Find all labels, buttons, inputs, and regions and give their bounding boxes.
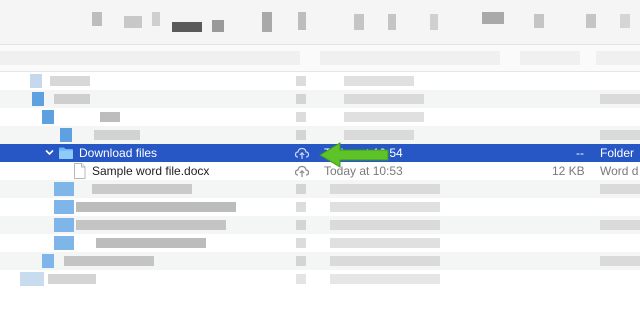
blurred-content bbox=[296, 238, 306, 248]
blurred-content bbox=[330, 220, 440, 230]
chevron-down-icon[interactable] bbox=[44, 147, 55, 161]
toolbar-blurred-control[interactable] bbox=[430, 14, 438, 30]
blurred-content bbox=[330, 274, 440, 284]
file-name: Sample word file.docx bbox=[92, 164, 210, 178]
blurred-content bbox=[600, 130, 640, 140]
blurred-content bbox=[94, 130, 140, 140]
blurred-content bbox=[76, 202, 236, 212]
blurred-content bbox=[50, 76, 90, 86]
toolbar-blurred-control[interactable] bbox=[298, 12, 306, 30]
blurred-content bbox=[330, 238, 440, 248]
blurred-content bbox=[100, 112, 120, 122]
column-header-blurred[interactable] bbox=[0, 51, 300, 65]
blurred-content bbox=[344, 76, 414, 86]
blurred-content bbox=[92, 184, 192, 194]
toolbar-blurred-control[interactable] bbox=[262, 12, 272, 32]
blurred-content bbox=[76, 220, 226, 230]
blurred-content bbox=[600, 256, 640, 266]
column-header-blurred[interactable] bbox=[520, 51, 580, 65]
blurred-content bbox=[296, 76, 306, 86]
list-item[interactable] bbox=[0, 252, 640, 270]
list-item[interactable] bbox=[0, 270, 640, 288]
blurred-content bbox=[600, 94, 640, 104]
toolbar-blurred-control[interactable] bbox=[388, 14, 396, 30]
list-item[interactable] bbox=[0, 234, 640, 252]
blurred-content bbox=[64, 256, 154, 266]
list-item[interactable] bbox=[0, 72, 640, 90]
finder-toolbar bbox=[0, 0, 640, 45]
blurred-content bbox=[48, 274, 96, 284]
blurred-content bbox=[296, 256, 306, 266]
blurred-content bbox=[54, 236, 74, 250]
blurred-content bbox=[20, 272, 44, 286]
blurred-content bbox=[600, 184, 640, 194]
blurred-content bbox=[296, 274, 306, 284]
folder-size: -- bbox=[576, 146, 584, 160]
list-item[interactable] bbox=[0, 216, 640, 234]
blurred-content bbox=[330, 184, 440, 194]
blurred-content bbox=[296, 202, 306, 212]
blurred-content bbox=[60, 128, 72, 142]
green-arrow-icon bbox=[318, 141, 390, 174]
toolbar-blurred-control[interactable] bbox=[534, 14, 544, 28]
blurred-content bbox=[296, 220, 306, 230]
toolbar-blurred-control[interactable] bbox=[124, 16, 142, 28]
list-item[interactable] bbox=[0, 90, 640, 108]
blurred-content bbox=[600, 220, 640, 230]
blurred-content bbox=[296, 112, 306, 122]
blurred-content bbox=[54, 200, 74, 214]
toolbar-blurred-control[interactable] bbox=[212, 20, 224, 32]
blurred-content bbox=[330, 256, 440, 266]
toolbar-blurred-control[interactable] bbox=[586, 14, 596, 28]
blurred-content bbox=[344, 94, 424, 104]
blurred-content bbox=[42, 254, 54, 268]
toolbar-blurred-control[interactable] bbox=[482, 12, 504, 24]
blurred-content bbox=[96, 238, 206, 248]
toolbar-blurred-control[interactable] bbox=[172, 22, 202, 32]
file-kind: Word d bbox=[600, 164, 639, 178]
blurred-content bbox=[296, 130, 306, 140]
blurred-content bbox=[296, 184, 306, 194]
toolbar-blurred-control[interactable] bbox=[354, 14, 364, 30]
blurred-content bbox=[344, 112, 424, 122]
folder-kind: Folder bbox=[600, 146, 635, 160]
list-item[interactable] bbox=[0, 198, 640, 216]
list-item[interactable] bbox=[0, 108, 640, 126]
blurred-content bbox=[30, 74, 42, 88]
blurred-content bbox=[330, 202, 440, 212]
toolbar-blurred-control[interactable] bbox=[92, 12, 102, 26]
blurred-content bbox=[296, 94, 306, 104]
list-item[interactable] bbox=[0, 180, 640, 198]
blurred-content bbox=[54, 94, 90, 104]
blurred-content bbox=[344, 130, 414, 140]
file-size: 12 KB bbox=[552, 164, 585, 178]
blurred-content bbox=[42, 110, 54, 124]
blurred-content bbox=[54, 182, 74, 196]
column-header-blurred[interactable] bbox=[320, 51, 500, 65]
blurred-content bbox=[54, 218, 74, 232]
blurred-content bbox=[32, 92, 44, 106]
toolbar-blurred-control[interactable] bbox=[620, 14, 630, 28]
column-header[interactable] bbox=[0, 45, 640, 72]
folder-name: Download files bbox=[79, 146, 158, 160]
toolbar-blurred-control[interactable] bbox=[152, 12, 160, 26]
column-header-blurred[interactable] bbox=[596, 51, 640, 65]
